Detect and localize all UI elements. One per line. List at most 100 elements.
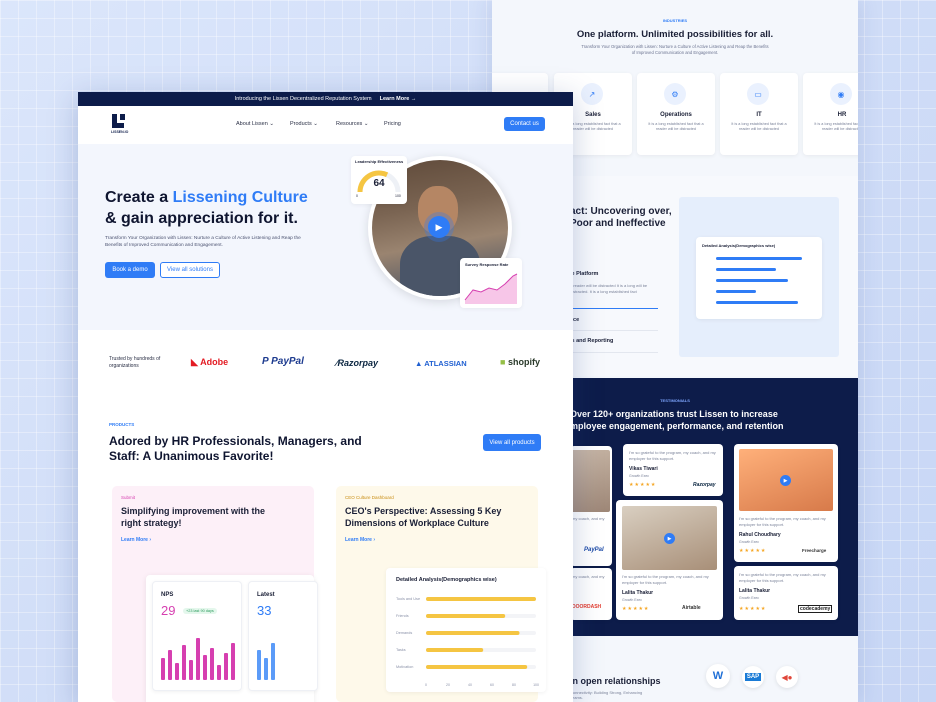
announcement-link[interactable]: Learn More → (380, 96, 417, 102)
industry-card-it[interactable]: ▭ IT It is a long established fact that … (720, 73, 798, 155)
latest-card: Latest 33 (248, 581, 318, 691)
chevron-down-icon: ⌄ (269, 121, 274, 127)
rating-stars: ★★★★★ (739, 548, 767, 554)
atlassian-logo: ▲ ATLASSIAN (415, 359, 467, 368)
red-logo-icon: ◀● (776, 666, 798, 688)
nps-value: 29 (161, 603, 176, 618)
book-demo-button[interactable]: Book a demo (105, 262, 155, 278)
play-icon[interactable]: ▶ (664, 533, 675, 544)
bar (217, 665, 221, 680)
testimonial-name: Vikas Tiwari (629, 466, 658, 472)
front-page: Introducing the Lissen Decentralized Rep… (78, 92, 573, 702)
learn-more-link[interactable]: Learn More › (345, 537, 375, 543)
bar (426, 665, 528, 669)
bar (189, 660, 193, 680)
analysis-category-label: Tasks (396, 648, 406, 652)
learn-more-link[interactable]: Learn More › (121, 537, 151, 543)
tick-label: 100 (533, 683, 539, 687)
analysis-panel-title: Detailed Analysis(Demographics wise) (702, 243, 776, 248)
testimonial-quote: I'm so grateful to the program, my coach… (739, 516, 826, 527)
bar (716, 290, 756, 293)
testimonials-title: Over 120+ organizations trust Lissen to … (570, 409, 784, 431)
view-products-button[interactable]: View all products (483, 434, 541, 451)
nav-pricing[interactable]: Pricing (384, 121, 401, 127)
industry-card-operations[interactable]: ⚙ Operations It is a long established fa… (637, 73, 715, 155)
play-icon[interactable]: ▶ (428, 216, 450, 238)
nav-about[interactable]: About Lissen ⌄ (236, 121, 274, 127)
open-relationships-sub: Connectivity: Building Strong, Enhancing… (570, 690, 643, 700)
bar (210, 647, 214, 680)
w-logo-icon: W (706, 664, 730, 688)
nav-products[interactable]: Products ⌄ (290, 121, 318, 127)
contact-us-button[interactable]: Contact us (504, 117, 545, 131)
testimonial-card-partial[interactable]: my coach, and my DOORDASH (570, 568, 612, 620)
announcement-bar: Introducing the Lissen Decentralized Rep… (78, 92, 573, 106)
impact-title: act: Uncovering over, Poor and Ineffecti… (570, 206, 672, 229)
bar (224, 652, 228, 680)
play-icon[interactable]: ▶ (780, 475, 791, 486)
industry-desc: It is a long established fact that a rea… (731, 122, 787, 131)
industry-card-hr[interactable]: ◉ HR It is a long established fact that … (803, 73, 858, 155)
nps-card: NPS 29 +23 last 90 days (152, 581, 242, 691)
card-title: Simplifying improvement with the right s… (121, 506, 266, 528)
tick-label: 0 (425, 683, 427, 687)
bar (161, 657, 165, 680)
latest-label: Latest (257, 592, 275, 598)
bar (716, 301, 798, 304)
testimonial-role: Growth Exec (622, 598, 643, 602)
bar (182, 645, 186, 680)
gauge-min: 0 (356, 194, 358, 198)
razorpay-logo: Razorpay (693, 482, 716, 488)
tick-label: 40 (468, 683, 472, 687)
industry-name: Operations (660, 112, 692, 118)
analysis-category-label: Tools and Use (396, 597, 420, 601)
view-solutions-button[interactable]: View all solutions (160, 262, 220, 278)
chevron-down-icon: ⌄ (363, 121, 369, 127)
razorpay-logo: ⁄Razorpay (336, 358, 379, 368)
adobe-logo: ◣ Adobe (191, 357, 229, 367)
analysis-panel: Detailed Analysis(Demographics wise) (696, 237, 822, 319)
bar (196, 637, 200, 680)
bar (426, 614, 506, 618)
testimonial-name: Lalita Thakur (739, 588, 771, 594)
bar (231, 642, 235, 680)
impact-item-platform[interactable]: le Platform (570, 271, 598, 277)
freecharge-logo: Freecharge (802, 548, 827, 553)
analysis-chart-card: Detailed Analysis(Demographics wise) Too… (386, 568, 546, 692)
nav-resources[interactable]: Resources ⌄ (336, 121, 368, 127)
sap-logo-icon: SAP (742, 666, 764, 688)
industries-tag: INDUSTRIES (662, 18, 688, 23)
analysis-category-label: Motivation (396, 665, 413, 669)
testimonial-card[interactable]: I'm so grateful to the program, my coach… (623, 444, 723, 496)
bar (426, 597, 536, 601)
monitor-icon: ▭ (747, 83, 769, 105)
codecademy-logo: codecademy (798, 605, 833, 613)
products-tag: PRODUCTS (109, 422, 135, 427)
testimonial-quote: my coach, and my (572, 574, 605, 579)
doordash-logo: DOORDASH (572, 604, 602, 610)
person-photo (570, 450, 610, 512)
person-photo: ▶ (622, 506, 717, 570)
bar (168, 650, 172, 680)
product-card-submit[interactable]: Submit Simplifying improvement with the … (112, 486, 318, 702)
nps-label: NPS (161, 592, 174, 598)
testimonial-card[interactable]: ▶ I'm so grateful to the program, my coa… (616, 500, 723, 620)
impact-divider (570, 308, 658, 309)
testimonial-card-partial[interactable]: my coach, and my PayPal (570, 446, 612, 566)
gauge-value: 64 (373, 178, 385, 189)
rating-stars: ★★★★★ (629, 482, 657, 488)
survey-chart (464, 273, 518, 304)
card-title: CEO's Perspective: Assessing 5 Key Dimen… (345, 506, 502, 528)
impact-item-reporting[interactable]: is and Reporting (570, 338, 613, 344)
bar (257, 650, 261, 680)
latest-value: 33 (257, 603, 272, 618)
card-tag: CEO Culture Dashboard (345, 495, 394, 500)
gauge-max: 100 (395, 194, 401, 198)
testimonial-card[interactable]: I'm so grateful to the program, my coach… (734, 566, 838, 620)
testimonial-card[interactable]: ▶ I'm so grateful to the program, my coa… (734, 444, 838, 562)
rating-stars: ★★★★★ (622, 606, 650, 612)
bar (716, 279, 788, 282)
analysis-title: Detailed Analysis(Demographics wise) (396, 577, 497, 583)
survey-title: Survey Response Rate (465, 262, 509, 267)
rating-stars: ★★★★★ (739, 606, 767, 612)
